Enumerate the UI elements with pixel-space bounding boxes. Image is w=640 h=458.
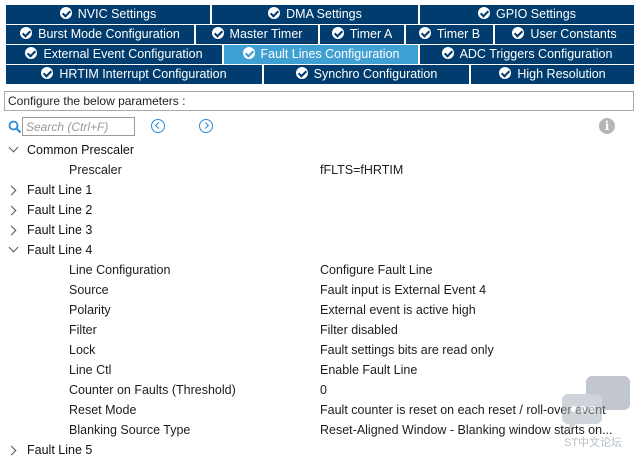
param-row[interactable]: Counter on Faults (Threshold) 0 (0, 380, 640, 400)
tab-timer-b[interactable]: Timer B (405, 25, 494, 44)
search-input[interactable] (22, 117, 135, 136)
check-icon (20, 27, 33, 39)
param-row[interactable]: Filter Filter disabled (0, 320, 640, 340)
chevron-right-icon[interactable] (6, 185, 17, 196)
tab-burst-mode[interactable]: Burst Mode Configuration (5, 25, 195, 44)
tab-row-1: NVIC Settings DMA Settings GPIO Settings (0, 5, 640, 25)
tab-row-3: External Event Configuration Fault Lines… (0, 45, 640, 65)
param-row[interactable]: Reset Mode Fault counter is reset on eac… (0, 400, 640, 420)
parameter-tree: Common Prescaler Prescaler fFLTS=fHRTIM … (0, 140, 640, 458)
param-row[interactable]: Polarity External event is active high (0, 300, 640, 320)
tree-group-fault-line-2[interactable]: Fault Line 2 (0, 200, 640, 220)
check-icon (211, 27, 224, 39)
tab-high-resolution[interactable]: High Resolution (470, 65, 635, 84)
search-toolbar: i (0, 116, 640, 138)
chevron-right-icon[interactable] (6, 225, 17, 236)
check-icon (512, 27, 525, 39)
check-icon (268, 7, 281, 19)
param-row[interactable]: Source Fault input is External Event 4 (0, 280, 640, 300)
tab-fault-lines[interactable]: Fault Lines Configuration (223, 45, 419, 64)
watermark-text: ST中文论坛 (564, 437, 623, 449)
tab-row-4: HRTIM Interrupt Configuration Synchro Co… (0, 65, 640, 85)
check-icon (418, 27, 431, 39)
check-icon (441, 47, 454, 59)
check-icon (295, 67, 308, 79)
next-result-icon[interactable] (199, 119, 213, 133)
chevron-right-icon[interactable] (6, 205, 17, 216)
previous-result-icon[interactable] (151, 119, 165, 133)
check-icon (59, 7, 72, 19)
tab-timer-a[interactable]: Timer A (319, 25, 405, 44)
param-row[interactable]: Lock Fault settings bits are read only (0, 340, 640, 360)
info-icon[interactable]: i (599, 118, 615, 134)
param-row[interactable]: Prescaler fFLTS=fHRTIM (0, 160, 640, 180)
tab-dma-settings[interactable]: DMA Settings (211, 5, 419, 24)
tab-nvic-settings[interactable]: NVIC Settings (5, 5, 211, 24)
tree-group-common-prescaler[interactable]: Common Prescaler (0, 140, 640, 160)
config-tabs: NVIC Settings DMA Settings GPIO Settings… (0, 0, 640, 86)
chat-bubble-icon (562, 376, 630, 432)
tree-group-fault-line-3[interactable]: Fault Line 3 (0, 220, 640, 240)
chevron-down-icon[interactable] (8, 242, 19, 253)
tab-user-constants[interactable]: User Constants (494, 25, 635, 44)
chevron-down-icon[interactable] (8, 142, 19, 153)
configure-label: Configure the below parameters : (4, 91, 634, 111)
check-icon (25, 47, 38, 59)
search-icon[interactable] (8, 120, 22, 134)
tab-adc-triggers[interactable]: ADC Triggers Configuration (419, 45, 635, 64)
param-row[interactable]: Line Ctl Enable Fault Line (0, 360, 640, 380)
tab-external-event[interactable]: External Event Configuration (5, 45, 223, 64)
check-icon (242, 47, 255, 59)
tab-synchro[interactable]: Synchro Configuration (263, 65, 470, 84)
check-icon (499, 67, 512, 79)
param-row[interactable]: Line Configuration Configure Fault Line (0, 260, 640, 280)
tree-group-fault-line-1[interactable]: Fault Line 1 (0, 180, 640, 200)
tab-hrtim-interrupt[interactable]: HRTIM Interrupt Configuration (5, 65, 263, 84)
check-icon (478, 7, 491, 19)
tree-group-fault-line-5[interactable]: Fault Line 5 (0, 440, 640, 458)
tab-gpio-settings[interactable]: GPIO Settings (419, 5, 635, 24)
param-row[interactable]: Blanking Source Type Reset-Aligned Windo… (0, 420, 640, 440)
chevron-right-icon[interactable] (6, 445, 17, 456)
tab-row-2: Burst Mode Configuration Master Timer Ti… (0, 25, 640, 45)
tree-group-fault-line-4[interactable]: Fault Line 4 (0, 240, 640, 260)
check-icon (331, 27, 344, 39)
check-icon (41, 67, 54, 79)
tab-master-timer[interactable]: Master Timer (195, 25, 319, 44)
forum-watermark: ST中文论坛 (560, 374, 634, 456)
